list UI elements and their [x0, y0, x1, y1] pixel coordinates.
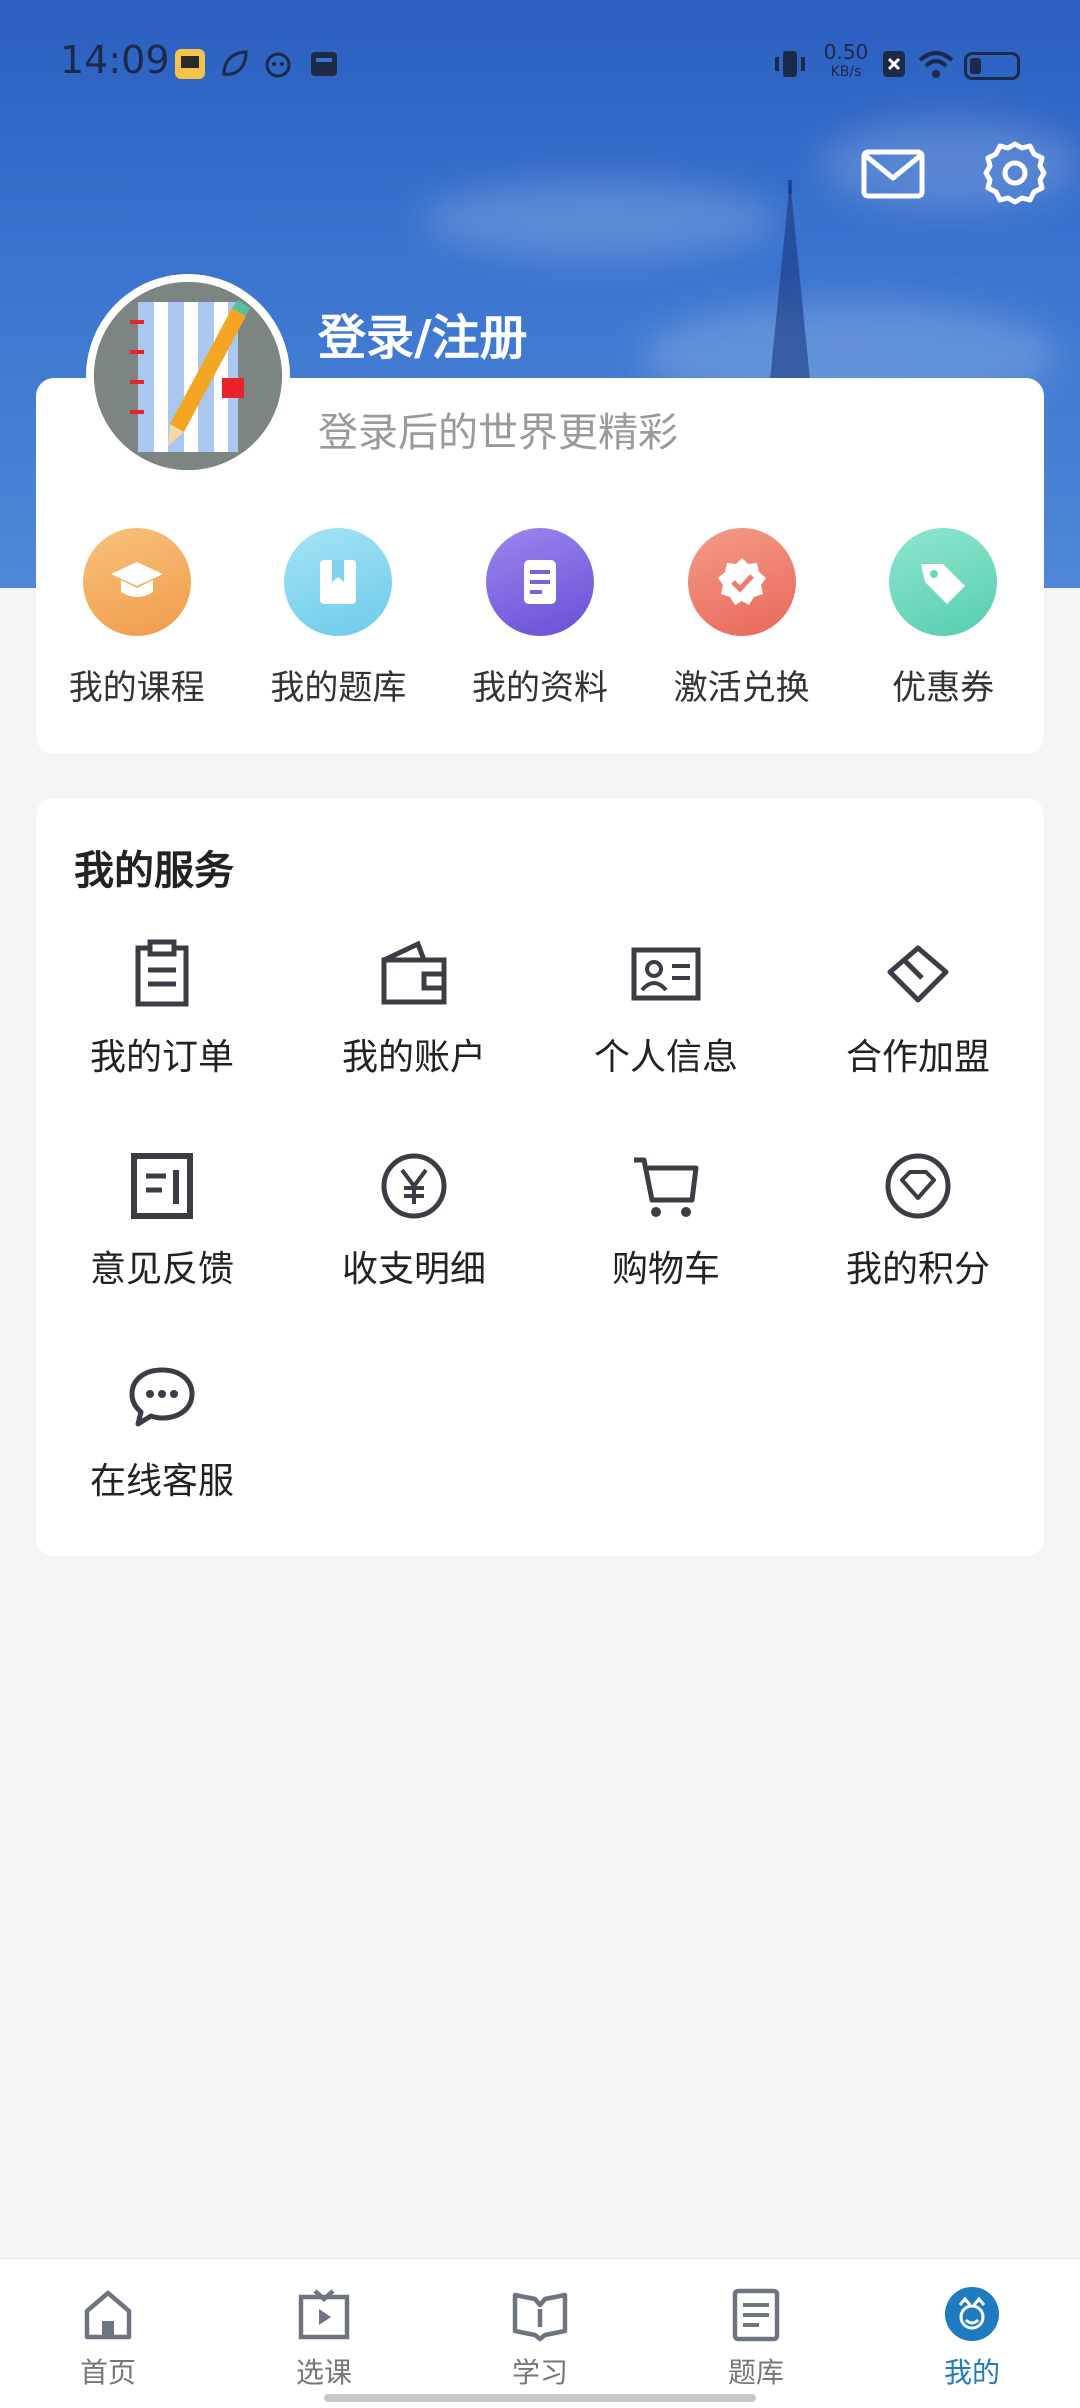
net-speed-value: 0.50 [823, 40, 869, 64]
leaf-app-icon [222, 50, 248, 76]
service-label: 收支明细 [341, 1249, 486, 1290]
wifi-icon [918, 51, 954, 78]
reader-app-icon [175, 49, 205, 79]
shortcut-row: 我的课程 我的题库 我的资料 激活兑换 优惠券 [36, 528, 1044, 709]
yen-coin-icon [381, 1153, 447, 1219]
services-title: 我的服务 [74, 848, 234, 894]
services-grid: 我的订单 我的账户 个人信息 合作加盟 意见反馈 收支明细 购物车 我的积分 在… [36, 938, 1044, 1574]
nav-label: 题库 [727, 2356, 784, 2389]
service-label: 在线客服 [89, 1461, 234, 1502]
home-icon [84, 2290, 132, 2340]
question-bank-icon [732, 2288, 780, 2342]
nav-tab-home[interactable]: 首页 [0, 2259, 216, 2408]
profile-face-icon [945, 2287, 999, 2341]
chat-bubble-icon [129, 1367, 195, 1427]
points-gem-icon [885, 1153, 951, 1219]
partnership-diamond-icon [887, 945, 949, 1003]
home-indicator[interactable] [324, 2394, 756, 2402]
service-label: 合作加盟 [845, 1037, 990, 1078]
question-book-icon [284, 528, 393, 636]
service-label: 个人信息 [593, 1037, 738, 1078]
church-spire-decoration [770, 180, 810, 380]
service-label: 我的订单 [89, 1037, 234, 1078]
nav-tab-question-bank[interactable]: 题库 [648, 2259, 864, 2408]
shortcut-my-materials[interactable]: 我的资料 [439, 528, 641, 709]
service-income-expense[interactable]: 收支明细 [288, 1150, 540, 1362]
shortcut-label: 优惠券 [892, 668, 995, 708]
inbox-app-icon [311, 52, 337, 76]
shopping-cart-icon [634, 1157, 699, 1217]
vibrate-icon [775, 51, 805, 77]
login-register-link[interactable]: 登录/注册 [318, 298, 528, 368]
shortcut-coupons[interactable]: 优惠券 [842, 528, 1044, 709]
service-label: 购物车 [611, 1249, 720, 1290]
service-my-account[interactable]: 我的账户 [288, 938, 540, 1150]
service-shopping-cart[interactable]: 购物车 [540, 1150, 792, 1362]
clipboard-icon [135, 939, 189, 1007]
status-time: 14:09 [60, 38, 170, 82]
service-online-support[interactable]: 在线客服 [36, 1362, 288, 1574]
nav-tab-study[interactable]: 学习 [432, 2259, 648, 2408]
shortcut-label: 我的课程 [68, 668, 205, 708]
graduation-cap-icon [82, 528, 191, 636]
feedback-icon [131, 1153, 193, 1219]
document-icon [485, 528, 594, 636]
network-speed: 0.50 KB/s [818, 42, 874, 82]
cat-app-icon [265, 52, 291, 78]
service-personal-info[interactable]: 个人信息 [540, 938, 792, 1150]
wallet-icon [381, 940, 447, 1005]
service-label: 意见反馈 [89, 1249, 234, 1290]
service-my-orders[interactable]: 我的订单 [36, 938, 288, 1150]
open-book-icon [512, 2292, 568, 2342]
nav-tab-select-course[interactable]: 选课 [216, 2259, 432, 2408]
nav-label: 首页 [79, 2356, 136, 2389]
status-bar: 14:09 0.50 KB/s [0, 0, 1080, 110]
service-partnership[interactable]: 合作加盟 [792, 938, 1044, 1150]
shortcut-label: 我的资料 [471, 668, 608, 708]
sim-disabled-icon [883, 51, 905, 77]
avatar[interactable] [86, 274, 290, 478]
nav-label: 选课 [295, 2356, 352, 2389]
mail-icon[interactable] [858, 138, 928, 208]
shortcut-label: 我的题库 [270, 668, 407, 708]
shortcut-my-courses[interactable]: 我的课程 [36, 528, 238, 709]
service-label: 我的账户 [341, 1037, 486, 1078]
service-my-points[interactable]: 我的积分 [792, 1150, 1044, 1362]
course-select-icon [298, 2289, 350, 2340]
shortcut-my-question-bank[interactable]: 我的题库 [238, 528, 440, 709]
net-speed-unit: KB/s [830, 64, 862, 80]
nav-label: 学习 [511, 2356, 568, 2389]
shortcut-activate-redeem[interactable]: 激活兑换 [641, 528, 843, 709]
coupon-tag-icon [889, 528, 998, 636]
notebook-pencil-avatar-icon [94, 282, 282, 470]
battery-icon [964, 52, 1020, 80]
shortcut-label: 激活兑换 [673, 668, 810, 708]
nav-tab-mine[interactable]: 我的 [864, 2259, 1080, 2408]
nav-label: 我的 [943, 2356, 1000, 2389]
service-label: 我的积分 [845, 1249, 990, 1290]
service-feedback[interactable]: 意见反馈 [36, 1150, 288, 1362]
id-card-icon [631, 947, 701, 1001]
services-card: 我的服务 我的订单 我的账户 个人信息 合作加盟 意见反馈 收支明细 购物车 我… [36, 798, 1044, 1556]
login-subtitle: 登录后的世界更精彩 [318, 410, 678, 456]
bottom-navigation: 首页 选课 学习 题库 我的 [0, 2258, 1080, 2408]
settings-gear-icon[interactable] [980, 138, 1050, 208]
activation-badge-icon [687, 528, 796, 636]
